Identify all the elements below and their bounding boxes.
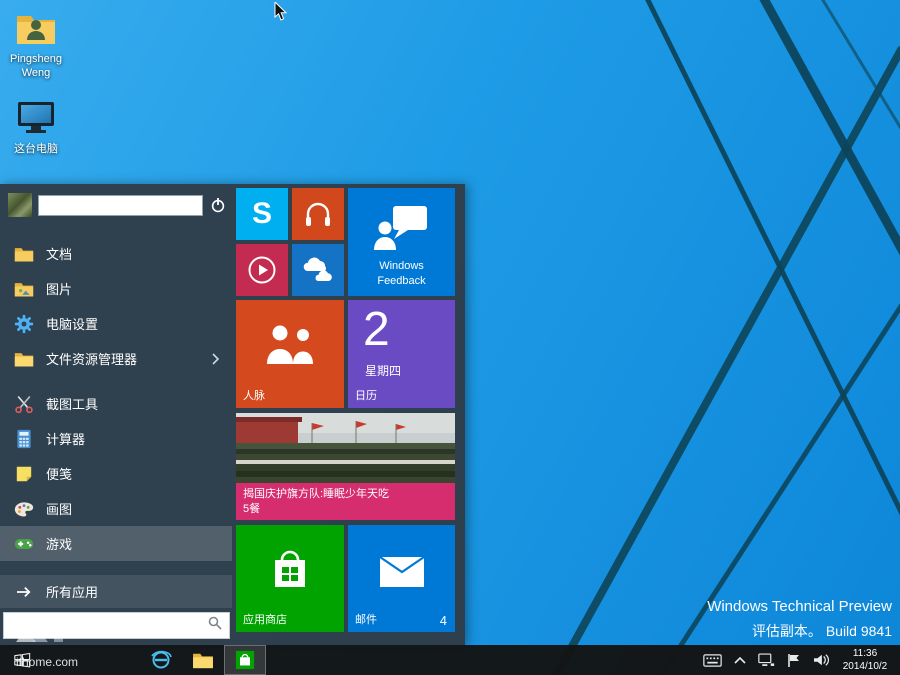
start-item-label: 游戏 xyxy=(46,534,72,553)
tile-label: 应用商店 xyxy=(243,611,287,627)
power-button[interactable] xyxy=(209,193,226,217)
start-item-paint[interactable]: 画图 xyxy=(0,491,232,526)
skype-logo: S xyxy=(236,188,288,240)
tile-skype[interactable]: S xyxy=(236,188,288,240)
desktop-icon-user-folder[interactable]: Pingsheng Weng xyxy=(0,10,72,80)
tile-calendar[interactable]: 2 星期四 日历 xyxy=(348,300,455,408)
taskbar: 11:36 2014/10/2 xyxy=(0,645,900,675)
network-icon[interactable] xyxy=(753,645,780,675)
start-item-label: 所有应用 xyxy=(46,582,98,601)
pictures-folder-icon xyxy=(12,277,36,301)
start-item-file-explorer[interactable]: 文件资源管理器 xyxy=(0,341,232,376)
taskbar-clock[interactable]: 11:36 2014/10/2 xyxy=(834,647,900,673)
tile-onedrive[interactable] xyxy=(292,244,344,296)
start-menu-item-list: 文档 图片 xyxy=(0,236,232,608)
tile-label: Windows Feedback xyxy=(348,259,455,288)
tile-music[interactable] xyxy=(292,188,344,240)
tile-store[interactable]: 应用商店 xyxy=(236,525,344,632)
clock-time: 11:36 xyxy=(834,647,896,660)
taskbar-store-button[interactable] xyxy=(224,645,266,675)
start-item-sticky-notes[interactable]: 便笺 xyxy=(0,456,232,491)
envelope-icon xyxy=(348,525,455,618)
desktop-icon-label: Pingsheng Weng xyxy=(10,53,62,79)
taskbar-spacer xyxy=(44,645,140,675)
start-item-snipping-tool[interactable]: 截图工具 xyxy=(0,386,232,421)
start-item-label: 画图 xyxy=(46,499,72,518)
clouds-icon xyxy=(292,244,344,296)
news-headline-banner: 揭国庆护旗方队:睡眠少年天吃 5餐 xyxy=(236,483,455,520)
mail-unread-badge: 4 xyxy=(440,613,447,628)
play-icon xyxy=(236,244,288,296)
tray-chevron-up-icon[interactable] xyxy=(726,645,753,675)
build-watermark: Windows Technical Preview 评估副本。 Build 98… xyxy=(707,598,892,641)
paint-palette-icon xyxy=(12,497,36,521)
start-user-area xyxy=(8,193,226,217)
watermark-build: 评估副本。 Build 9841 xyxy=(707,621,892,641)
tile-video[interactable] xyxy=(236,244,288,296)
start-search-box[interactable] xyxy=(3,612,230,639)
start-item-label: 文档 xyxy=(46,244,72,263)
system-tray: 11:36 2014/10/2 xyxy=(699,645,900,675)
start-item-pc-settings[interactable]: 电脑设置 xyxy=(0,306,232,341)
start-item-label: 电脑设置 xyxy=(46,314,98,333)
gamepad-icon xyxy=(12,532,36,556)
mouse-cursor xyxy=(274,2,288,27)
news-headline: 揭国庆护旗方队:睡眠少年天吃 xyxy=(243,487,448,502)
this-pc-icon xyxy=(0,100,72,141)
user-folder-icon xyxy=(0,10,72,51)
headphones-icon xyxy=(292,188,344,240)
calendar-weekday: 星期四 xyxy=(365,362,401,379)
documents-folder-icon xyxy=(12,242,36,266)
file-explorer-icon xyxy=(12,347,36,371)
news-headline-2: 5餐 xyxy=(243,502,448,517)
arrow-right-icon xyxy=(12,580,36,604)
desktop-icon-this-pc[interactable]: 这台电脑 xyxy=(0,100,72,157)
calculator-icon xyxy=(12,427,36,451)
chevron-right-icon xyxy=(211,352,220,366)
search-input[interactable] xyxy=(11,619,208,633)
start-menu: 文档 图片 xyxy=(0,184,465,645)
start-item-games[interactable]: 游戏 xyxy=(0,526,232,561)
start-item-label: 截图工具 xyxy=(46,394,98,413)
start-item-all-apps[interactable]: 所有应用 xyxy=(0,575,232,608)
taskbar-file-explorer-button[interactable] xyxy=(182,645,224,675)
scissors-icon xyxy=(12,392,36,416)
start-item-label: 文件资源管理器 xyxy=(46,349,137,368)
action-center-flag-icon[interactable] xyxy=(780,645,807,675)
tile-mail[interactable]: 邮件 4 xyxy=(348,525,455,632)
start-item-calculator[interactable]: 计算器 xyxy=(0,421,232,456)
tile-label: 邮件 xyxy=(355,611,377,627)
start-item-documents[interactable]: 文档 xyxy=(0,236,232,271)
tile-label: 日历 xyxy=(355,387,377,403)
clock-date: 2014/10/2 xyxy=(834,660,896,673)
user-name-field[interactable] xyxy=(38,195,203,216)
volume-icon[interactable] xyxy=(807,645,834,675)
gear-icon xyxy=(12,312,36,336)
search-icon[interactable] xyxy=(208,616,222,635)
calendar-day: 2 xyxy=(363,302,390,357)
tile-people[interactable]: 人脉 xyxy=(236,300,344,408)
start-item-label: 便笺 xyxy=(46,464,72,483)
desktop: Pingsheng Weng 这台电脑 Windows Technical Pr… xyxy=(0,0,900,675)
start-button[interactable] xyxy=(0,645,44,675)
shopping-bag-icon xyxy=(236,525,344,614)
people-icon xyxy=(236,300,344,388)
sticky-note-icon xyxy=(12,462,36,486)
start-item-pictures[interactable]: 图片 xyxy=(0,271,232,306)
start-item-label: 计算器 xyxy=(46,429,85,448)
taskbar-ie-button[interactable] xyxy=(140,645,182,675)
user-avatar[interactable] xyxy=(8,193,32,217)
tile-label: 人脉 xyxy=(243,387,265,403)
tile-windows-feedback[interactable]: Windows Feedback xyxy=(348,188,455,296)
watermark-title: Windows Technical Preview xyxy=(707,598,892,615)
news-photo xyxy=(236,413,455,483)
desktop-icon-label: 这台电脑 xyxy=(14,143,58,155)
feedback-chat-person-icon xyxy=(373,204,431,255)
start-item-label: 图片 xyxy=(46,279,72,298)
tile-news[interactable]: 揭国庆护旗方队:睡眠少年天吃 5餐 xyxy=(236,413,455,520)
touch-keyboard-icon[interactable] xyxy=(699,645,726,675)
